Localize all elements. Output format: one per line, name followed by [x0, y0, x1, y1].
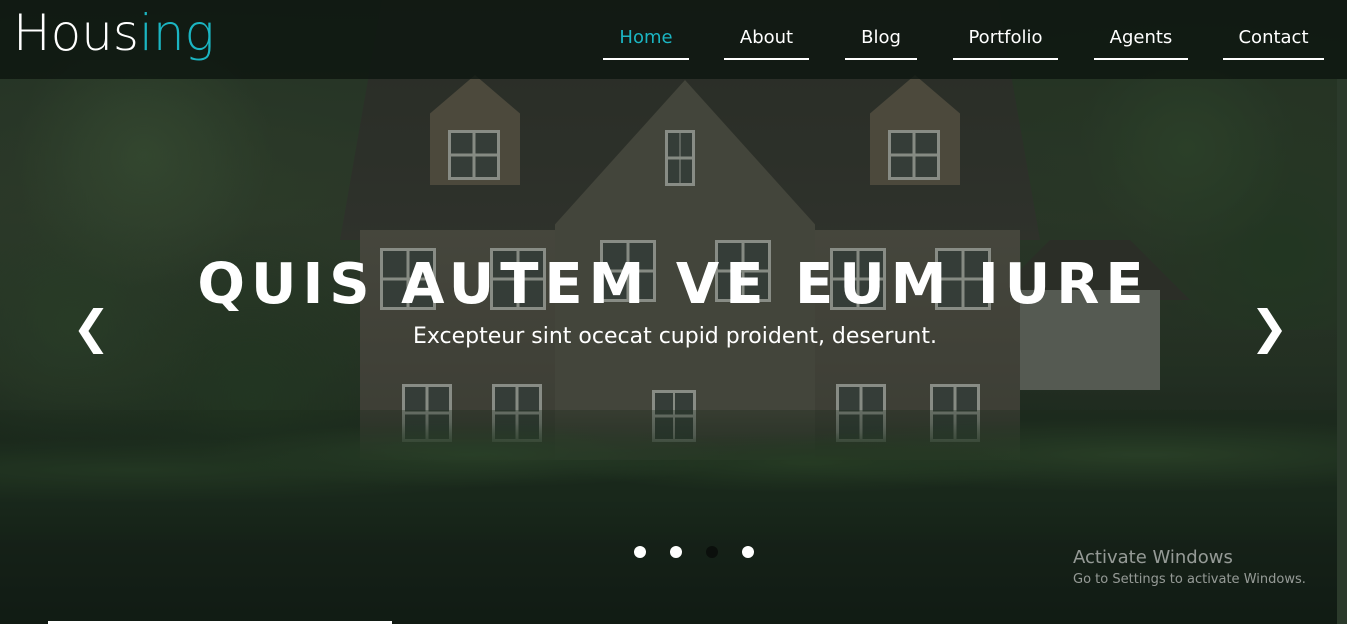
carousel-dot-4[interactable]: [742, 546, 754, 558]
windows-activation-watermark: Activate Windows Go to Settings to activ…: [1073, 546, 1306, 590]
nav-link-about[interactable]: About: [724, 22, 809, 60]
logo-main-text: Hous: [13, 4, 139, 62]
nav-link-contact[interactable]: Contact: [1223, 22, 1324, 60]
nav-link-agents[interactable]: Agents: [1094, 22, 1188, 60]
nav-link-blog[interactable]: Blog: [845, 22, 917, 60]
hero-subline: Excepteur sint ocecat cupid proident, de…: [413, 324, 937, 349]
carousel-dot-3-active[interactable]: [706, 546, 718, 558]
nav-link-home[interactable]: Home: [603, 22, 689, 60]
watermark-subtitle: Go to Settings to activate Windows.: [1073, 572, 1306, 587]
carousel-dot-2[interactable]: [670, 546, 682, 558]
watermark-title: Activate Windows: [1073, 547, 1233, 568]
hero-headline: QUIS AUTEM VE EUM IURE: [197, 252, 1150, 317]
site-logo[interactable]: Housing: [13, 4, 215, 62]
carousel-dot-1[interactable]: [634, 546, 646, 558]
page-scrollbar[interactable]: [1337, 79, 1347, 624]
carousel-next-arrow-icon[interactable]: ❯: [1250, 300, 1289, 354]
top-navbar: Housing Home About Blog Portfolio Agents…: [0, 0, 1347, 79]
nav-link-portfolio[interactable]: Portfolio: [953, 22, 1058, 60]
carousel-prev-arrow-icon[interactable]: ❮: [72, 300, 111, 354]
carousel-indicators: [634, 546, 754, 558]
logo-accent-text: ing: [138, 4, 215, 62]
